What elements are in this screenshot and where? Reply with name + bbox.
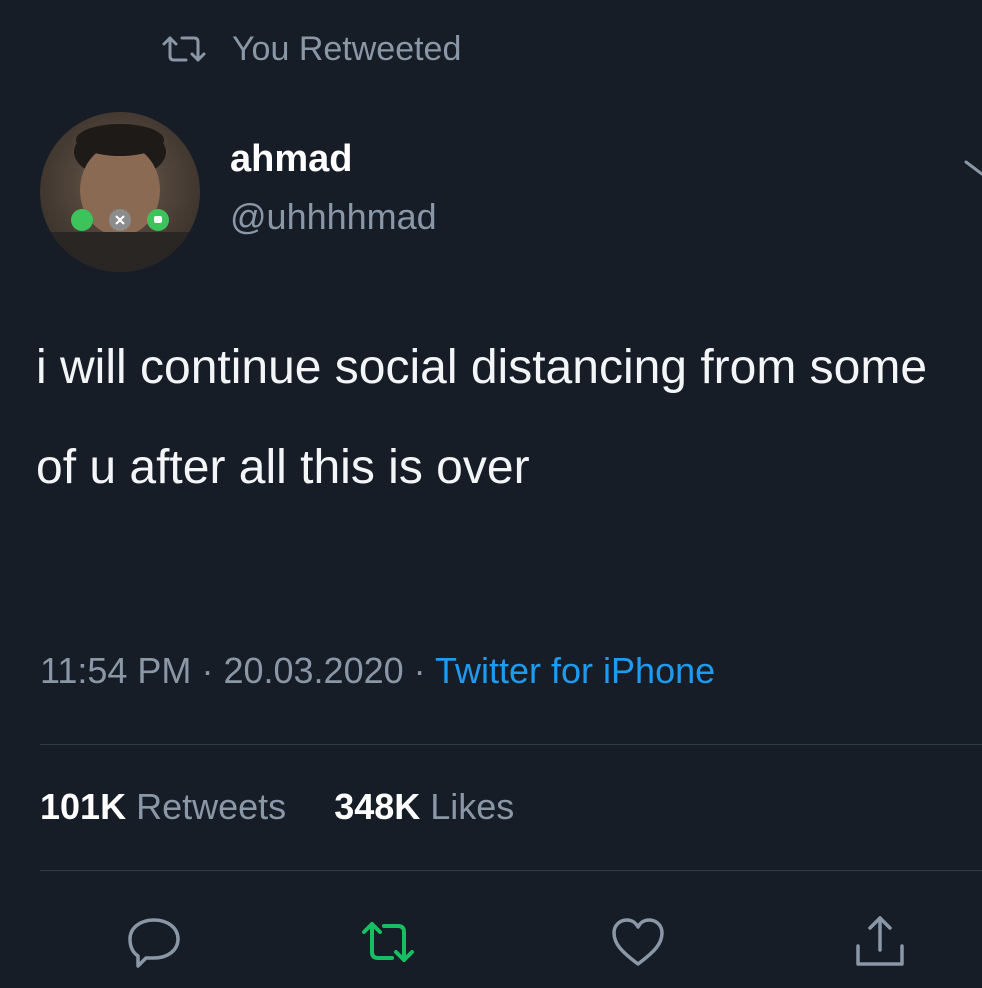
avatar-photo [40, 112, 200, 272]
avatar[interactable] [40, 112, 200, 272]
retweet-icon [362, 922, 414, 962]
likes-label: Likes [430, 786, 515, 827]
reply-icon [128, 918, 180, 968]
reply-button[interactable] [122, 910, 186, 974]
likes-stat[interactable]: 348K Likes [334, 786, 514, 827]
likes-count: 348K [334, 786, 421, 827]
retweet-button[interactable] [356, 910, 420, 974]
chevron-down-icon[interactable] [962, 150, 982, 190]
tweet-date: 20.03.2020 [223, 650, 404, 691]
share-icon [856, 916, 904, 966]
retweet-context: You Retweeted [160, 24, 461, 74]
tweet-time: 11:54 PM [40, 650, 192, 691]
heart-icon [612, 918, 664, 966]
meta-separator: · [413, 650, 426, 691]
like-button[interactable] [606, 910, 670, 974]
retweet-context-label: You Retweeted [232, 29, 462, 68]
divider [40, 744, 982, 745]
retweets-count: 101K [40, 786, 127, 827]
tweet-stats: 101K Retweets 348K Likes [40, 786, 514, 828]
author-name[interactable]: ahmad [230, 138, 352, 181]
retweets-label: Retweets [136, 786, 287, 827]
tweet-text: i will continue social distancing from s… [36, 341, 928, 494]
retweets-stat[interactable]: 101K Retweets [40, 786, 296, 827]
retweet-icon [162, 36, 206, 62]
tweet-meta: 11:54 PM · 20.03.2020 · Twitter for iPho… [40, 650, 715, 692]
author-handle[interactable]: @uhhhhmad [230, 196, 437, 238]
tweet-source-link[interactable]: Twitter for iPhone [435, 650, 715, 691]
share-button[interactable] [848, 910, 912, 974]
divider [40, 870, 982, 871]
meta-separator: · [201, 650, 214, 691]
